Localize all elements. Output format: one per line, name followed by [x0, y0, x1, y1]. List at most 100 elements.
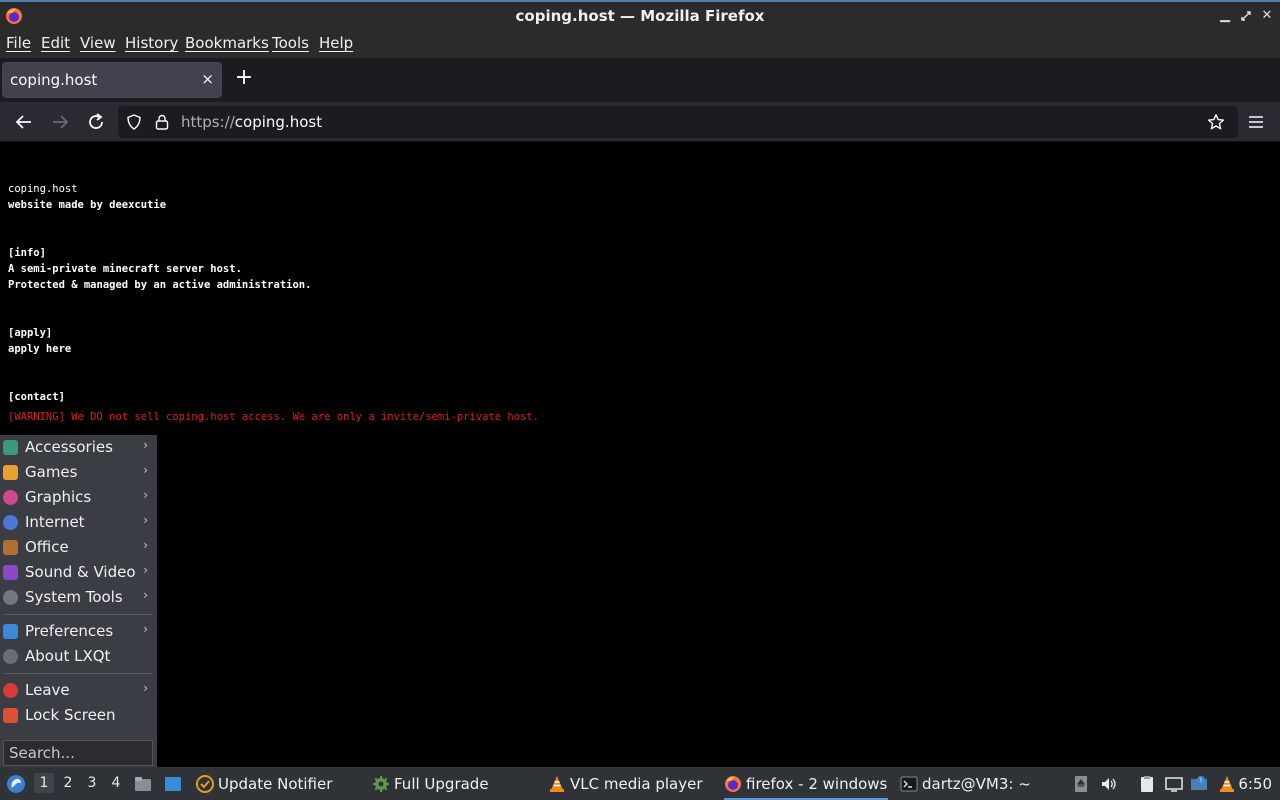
reload-button[interactable] — [84, 110, 108, 134]
volume-icon[interactable] — [1100, 775, 1118, 793]
display-icon[interactable] — [1165, 775, 1183, 793]
apply-heading: [apply] — [8, 327, 53, 339]
menu-item-accessories[interactable]: Accessories › — [0, 435, 157, 460]
accessories-icon — [3, 440, 18, 455]
info-icon — [3, 649, 18, 664]
task-label: firefox - 2 windows — [746, 775, 888, 793]
back-button[interactable] — [12, 110, 36, 134]
url-text[interactable]: https://coping.host — [181, 113, 322, 131]
menu-view[interactable]: View — [80, 34, 116, 52]
forward-button[interactable] — [48, 110, 72, 134]
menu-edit[interactable]: Edit — [41, 34, 70, 52]
desktop-screen: coping.host — Mozilla Firefox ▁ ✕ File E… — [0, 0, 1280, 800]
lxqt-main-menu-icon[interactable] — [6, 774, 26, 794]
sound-video-icon — [3, 565, 18, 580]
menu-item-label: Games — [25, 463, 78, 481]
new-tab-button[interactable]: + — [233, 67, 255, 89]
menu-item-about-lxqt[interactable]: About LXQt — [0, 644, 157, 669]
tab-close-button[interactable]: × — [201, 70, 214, 88]
menu-tools[interactable]: Tools — [272, 34, 309, 52]
eject-icon[interactable] — [1072, 775, 1090, 793]
menu-item-label: Graphics — [25, 488, 92, 506]
notification-icon[interactable]: ! — [1190, 775, 1208, 793]
menu-item-games[interactable]: Games › — [0, 460, 157, 485]
bookmark-star-icon[interactable] — [1207, 113, 1225, 131]
apply-link[interactable]: apply here — [8, 343, 71, 355]
menu-item-system-tools[interactable]: System Tools › — [0, 585, 157, 610]
power-icon — [3, 683, 18, 698]
menu-search-box[interactable] — [3, 740, 153, 766]
menu-item-office[interactable]: Office › — [0, 535, 157, 560]
clock[interactable]: 6:50 — [1238, 775, 1272, 793]
menu-file[interactable]: File — [6, 34, 31, 52]
url-scheme: https:// — [181, 113, 235, 131]
window-title: coping.host — Mozilla Firefox — [515, 7, 765, 25]
task-label: VLC media player — [570, 775, 703, 793]
submenu-arrow-icon: › — [143, 622, 148, 636]
tab-title: coping.host — [10, 71, 98, 89]
menu-item-sound-video[interactable]: Sound & Video › — [0, 560, 157, 585]
menu-item-internet[interactable]: Internet › — [0, 510, 157, 535]
shield-icon[interactable] — [126, 114, 142, 130]
menu-item-leave[interactable]: Leave › — [0, 678, 157, 703]
menu-item-lock-screen[interactable]: Lock Screen — [0, 703, 157, 728]
task-terminal[interactable]: dartz@VM3: ~ — [900, 767, 1050, 800]
maximize-button[interactable] — [1237, 6, 1255, 26]
submenu-arrow-icon: › — [143, 563, 148, 577]
menu-item-graphics[interactable]: Graphics › — [0, 485, 157, 510]
submenu-arrow-icon: › — [143, 513, 148, 527]
task-label: Full Upgrade — [394, 775, 489, 793]
menu-item-label: About LXQt — [25, 647, 111, 665]
file-manager-icon[interactable] — [134, 775, 152, 793]
clipboard-icon[interactable] — [1138, 775, 1156, 793]
terminal-icon — [900, 776, 918, 792]
submenu-arrow-icon: › — [143, 588, 148, 602]
menu-item-label: Preferences — [25, 622, 114, 640]
submenu-arrow-icon: › — [143, 463, 148, 477]
submenu-arrow-icon: › — [143, 681, 148, 695]
workspace-2[interactable]: 2 — [58, 775, 78, 791]
workspace-1[interactable]: 1 — [34, 773, 54, 793]
menu-history[interactable]: History — [125, 34, 178, 52]
site-name: coping.host — [8, 183, 78, 195]
menu-item-label: Leave — [25, 681, 70, 699]
url-bar[interactable]: https://coping.host — [118, 106, 1238, 138]
taskbar: 1 2 3 4 Update Notifier Full Upgrade VLC… — [0, 767, 1280, 800]
menu-search-input[interactable] — [4, 741, 152, 765]
lock-icon — [3, 708, 18, 723]
graphics-icon — [3, 490, 18, 505]
application-menu: Accessories › Games › Graphics › Interne… — [0, 435, 157, 767]
menu-item-label: Lock Screen — [25, 706, 116, 724]
contact-heading: [contact] — [8, 391, 65, 403]
task-update-notifier[interactable]: Update Notifier — [196, 767, 346, 800]
workspace-4[interactable]: 4 — [106, 775, 126, 791]
internet-icon — [3, 515, 18, 530]
menu-item-preferences[interactable]: Preferences › — [0, 619, 157, 644]
lock-icon[interactable] — [154, 113, 170, 131]
menu-item-label: Accessories — [25, 438, 113, 456]
workspace-3[interactable]: 3 — [82, 775, 102, 791]
gear-icon — [373, 776, 389, 792]
submenu-arrow-icon: › — [143, 438, 148, 452]
show-desktop-icon[interactable] — [164, 775, 182, 793]
close-window-button[interactable]: ✕ — [1258, 6, 1276, 26]
tab-strip: coping.host × + — [0, 58, 1280, 102]
minimize-button[interactable]: ▁ — [1216, 6, 1234, 26]
menu-help[interactable]: Help — [319, 34, 353, 52]
task-vlc-media-player[interactable]: VLC media player — [548, 767, 708, 800]
vlc-tray-icon[interactable] — [1218, 775, 1236, 793]
info-line-1: A semi-private minecraft server host. — [8, 263, 242, 275]
games-icon — [3, 465, 18, 480]
task-full-upgrade[interactable]: Full Upgrade — [372, 767, 522, 800]
system-tools-icon — [3, 590, 18, 605]
tab-coping-host[interactable]: coping.host × — [2, 62, 222, 98]
task-firefox[interactable]: firefox - 2 windows — [724, 767, 888, 800]
menu-bookmarks[interactable]: Bookmarks — [185, 34, 269, 52]
window-titlebar[interactable]: coping.host — Mozilla Firefox ▁ ✕ — [0, 0, 1280, 30]
hamburger-menu-icon[interactable] — [1244, 110, 1268, 134]
menu-separator — [4, 614, 153, 615]
task-label: dartz@VM3: ~ — [922, 775, 1031, 793]
menu-separator — [4, 673, 153, 674]
info-heading: [info] — [8, 247, 46, 259]
vlc-icon — [550, 776, 564, 792]
